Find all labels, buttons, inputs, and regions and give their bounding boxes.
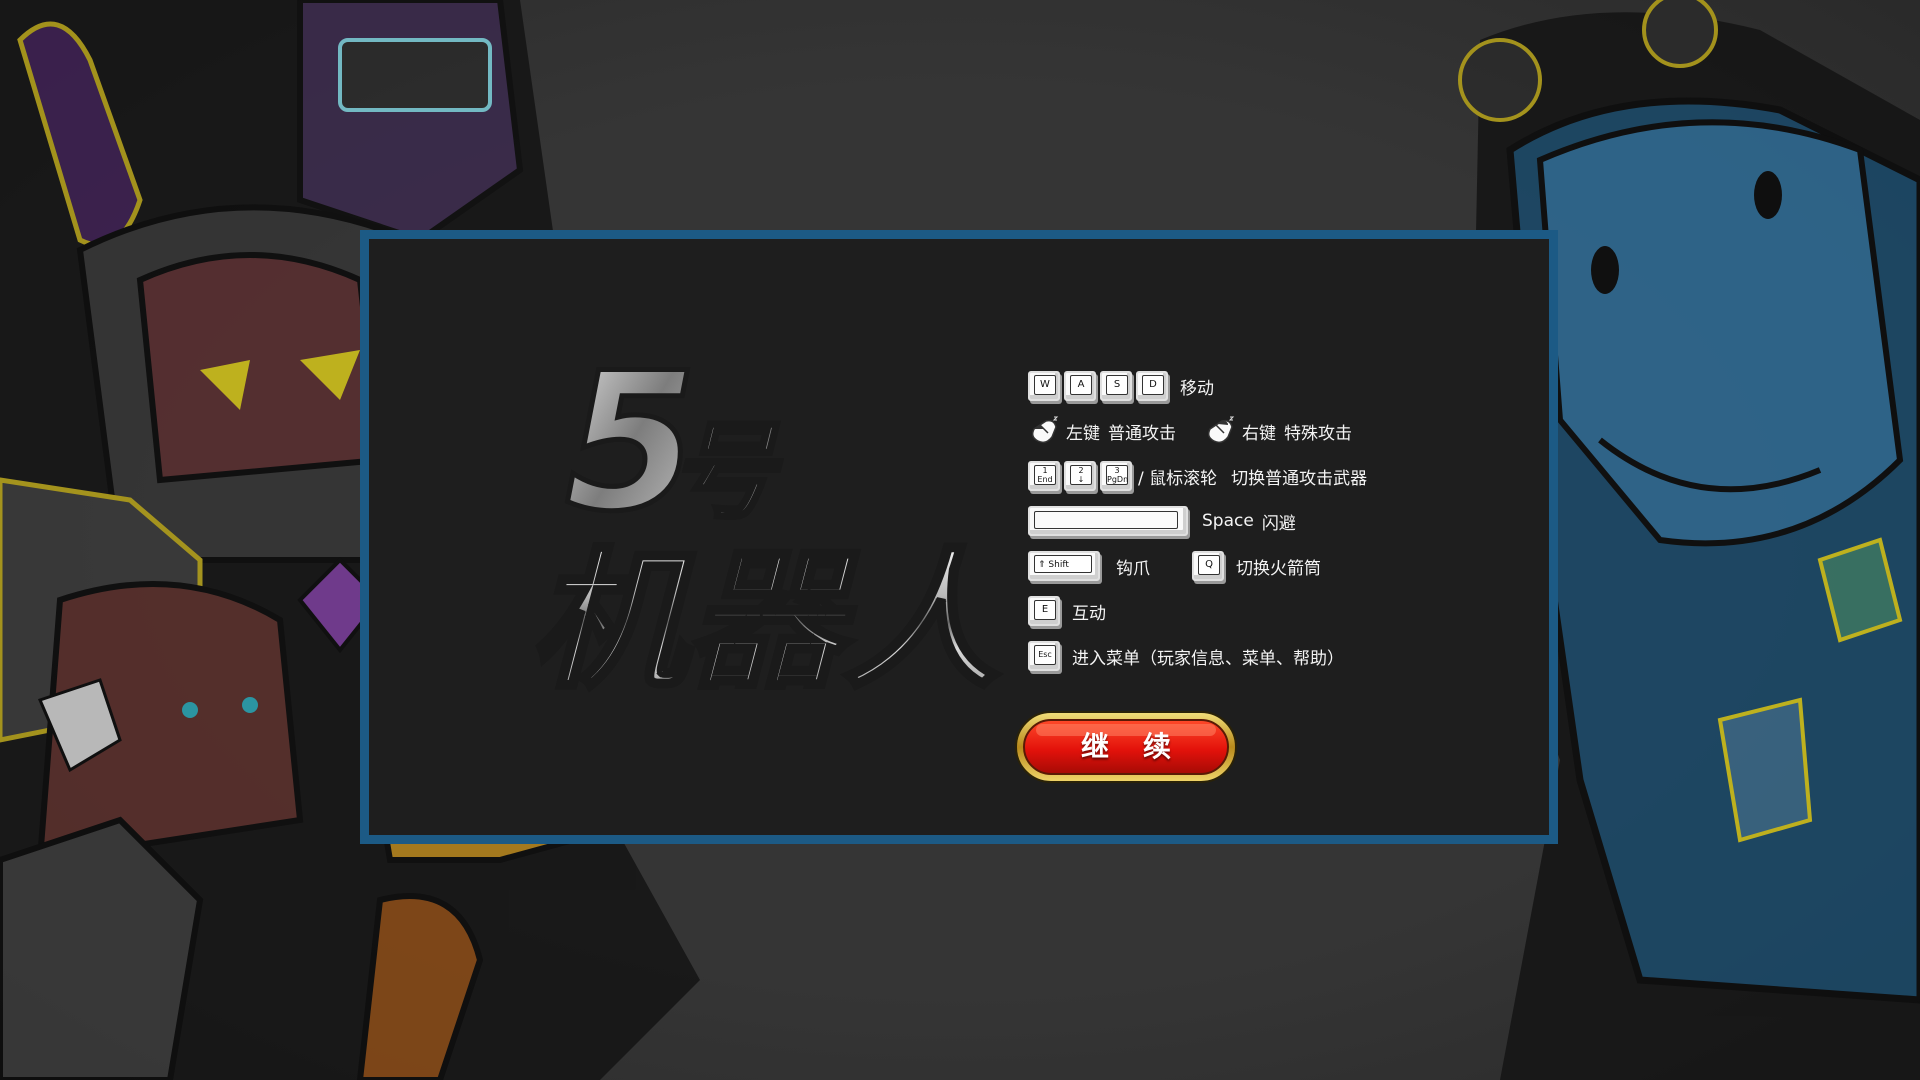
- mouse-right-icon: [1207, 416, 1235, 444]
- mouse-wheel-label: / 鼠标滚轮: [1138, 468, 1218, 489]
- attack-right-action: 特殊攻击: [1284, 423, 1352, 444]
- attack-right-button: 右键: [1242, 423, 1276, 444]
- control-row-move: W A S D 移动: [1028, 368, 1214, 404]
- key-s: S: [1100, 371, 1132, 401]
- key-a: A: [1064, 371, 1096, 401]
- move-label: 移动: [1180, 378, 1214, 399]
- key-d: D: [1136, 371, 1168, 401]
- dodge-label: 闪避: [1261, 513, 1296, 534]
- control-row-dodge: Space 闪避: [1028, 503, 1296, 539]
- key-1-end: 1 End: [1028, 461, 1060, 491]
- attack-left-button: 左键: [1066, 423, 1100, 444]
- control-row-interact: E 互动: [1028, 593, 1106, 629]
- attack-left-action: 普通攻击: [1108, 423, 1176, 444]
- mouse-left-icon: [1031, 416, 1059, 444]
- control-row-menu: Esc 进入菜单（玩家信息、菜单、帮助）: [1028, 638, 1344, 674]
- key-shift: ⇑ Shift: [1028, 551, 1100, 581]
- key-2-down: 2 ↓: [1064, 461, 1096, 491]
- logo-hao: 号: [670, 411, 782, 533]
- logo-title: 机器人: [530, 535, 1000, 708]
- key-space: [1028, 506, 1188, 536]
- key-w: W: [1028, 371, 1060, 401]
- grapple-label: 钩爪: [1116, 558, 1150, 579]
- menu-label: 进入菜单（玩家信息、菜单、帮助）: [1072, 648, 1344, 669]
- space-key-label: Space: [1202, 511, 1254, 531]
- key-q: Q: [1192, 551, 1224, 581]
- control-row-grapple: ⇑ Shift 钩爪 Q 切换火箭筒: [1028, 548, 1321, 584]
- control-row-attack: 左键 普通攻击 右键 特殊攻击: [1028, 413, 1352, 449]
- interact-label: 互动: [1072, 603, 1106, 624]
- key-3-pgdn: 3 PgDn: [1100, 461, 1132, 491]
- control-row-switch-weapon: 1 End 2 ↓ 3 PgDn / 鼠标滚轮 切换普通攻击武器: [1028, 458, 1367, 494]
- key-e: E: [1028, 596, 1060, 626]
- switch-weapon-label: 切换普通攻击武器: [1231, 468, 1368, 489]
- game-logo: 5 号 机器人: [528, 338, 1003, 708]
- continue-button[interactable]: 继续: [1014, 710, 1238, 784]
- rocket-label: 切换火箭筒: [1236, 558, 1321, 579]
- key-esc: Esc: [1028, 641, 1060, 671]
- continue-button-label: 继续: [1080, 730, 1205, 763]
